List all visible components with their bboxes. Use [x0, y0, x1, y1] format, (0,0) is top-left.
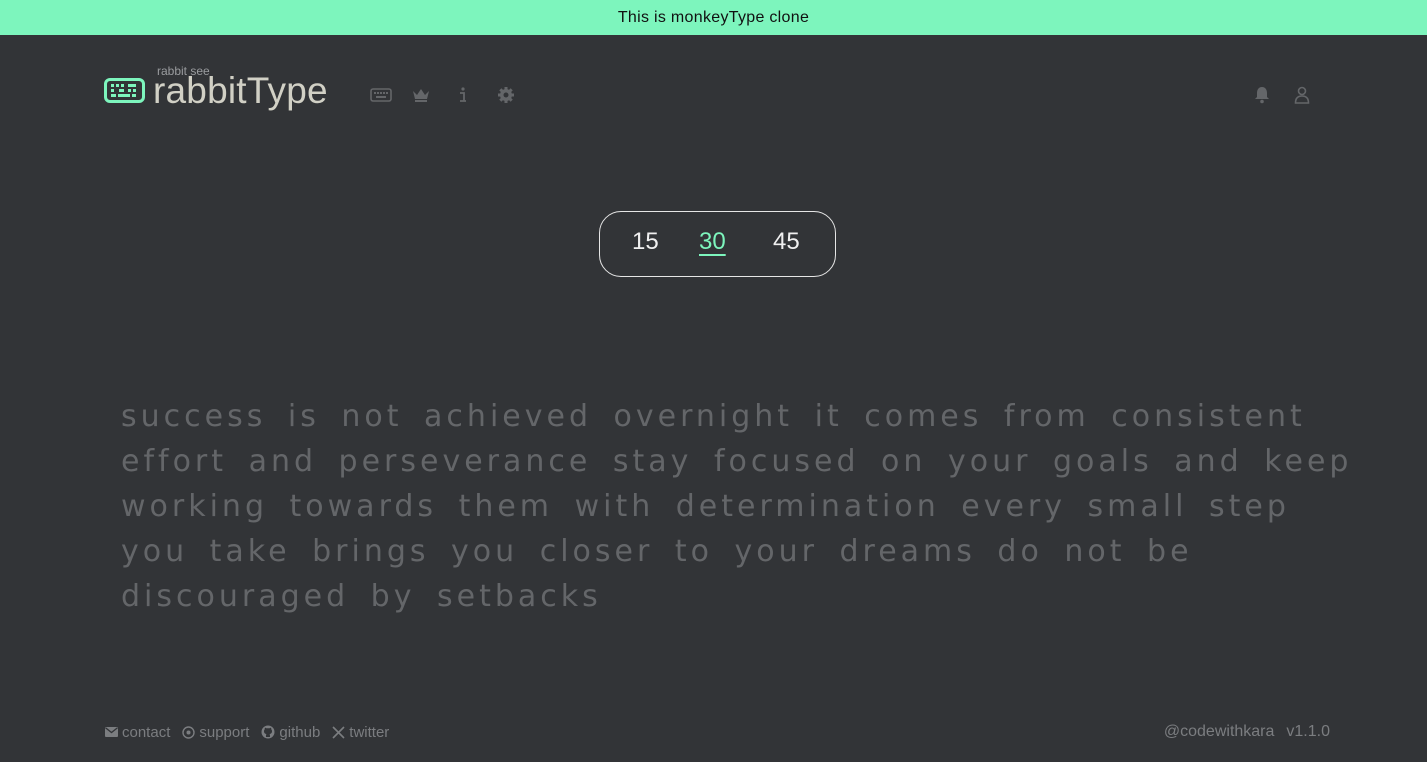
typing-line: you take brings you closer to your dream…	[121, 534, 1193, 569]
x-icon	[332, 725, 345, 739]
footer-link-label: github	[279, 723, 321, 741]
typing-text-area[interactable]: success is not achieved overnight it com…	[121, 394, 1353, 619]
bell-icon[interactable]	[1251, 84, 1273, 106]
footer-link-contact[interactable]: contact	[105, 724, 170, 741]
gear-icon[interactable]	[495, 84, 517, 106]
time-option-15[interactable]: 15	[632, 228, 659, 256]
keyboard-icon[interactable]	[370, 84, 392, 106]
github-icon	[261, 725, 275, 739]
support-icon	[182, 725, 196, 739]
time-selector: 15 30 45	[599, 211, 836, 277]
author-handle[interactable]: @codewithkara	[1164, 723, 1275, 741]
typing-line: effort and perseverance stay focused on …	[121, 444, 1353, 479]
time-option-30[interactable]: 30	[699, 228, 726, 256]
footer-link-support[interactable]: support	[182, 724, 249, 741]
time-option-45[interactable]: 45	[773, 228, 800, 256]
footer-link-github[interactable]: github	[261, 724, 320, 741]
typing-line: success is not achieved overnight it com…	[121, 399, 1306, 434]
crown-icon[interactable]	[410, 84, 432, 106]
footer-link-label: twitter	[349, 723, 390, 741]
typing-line: discouraged by setbacks	[121, 579, 602, 614]
top-banner: This is monkeyType clone	[0, 0, 1427, 35]
logo-title[interactable]: rabbitType	[153, 70, 328, 112]
keyboard-logo-icon[interactable]	[104, 78, 145, 103]
info-icon[interactable]	[452, 84, 474, 106]
footer-link-label: support	[199, 723, 250, 741]
footer-meta: @codewithkara v1.1.0	[1164, 722, 1330, 742]
user-icon[interactable]	[1291, 84, 1313, 106]
banner-text: This is monkeyType clone	[617, 8, 810, 26]
footer-link-label: contact	[122, 723, 171, 741]
mail-icon	[105, 727, 118, 737]
footer-links: contact support github twitter	[105, 722, 389, 742]
typing-line: working towards them with determination …	[121, 489, 1290, 524]
header: rabbit see rabbitType	[104, 60, 1322, 120]
version-label[interactable]: v1.1.0	[1286, 723, 1330, 741]
footer-link-twitter[interactable]: twitter	[332, 724, 389, 741]
